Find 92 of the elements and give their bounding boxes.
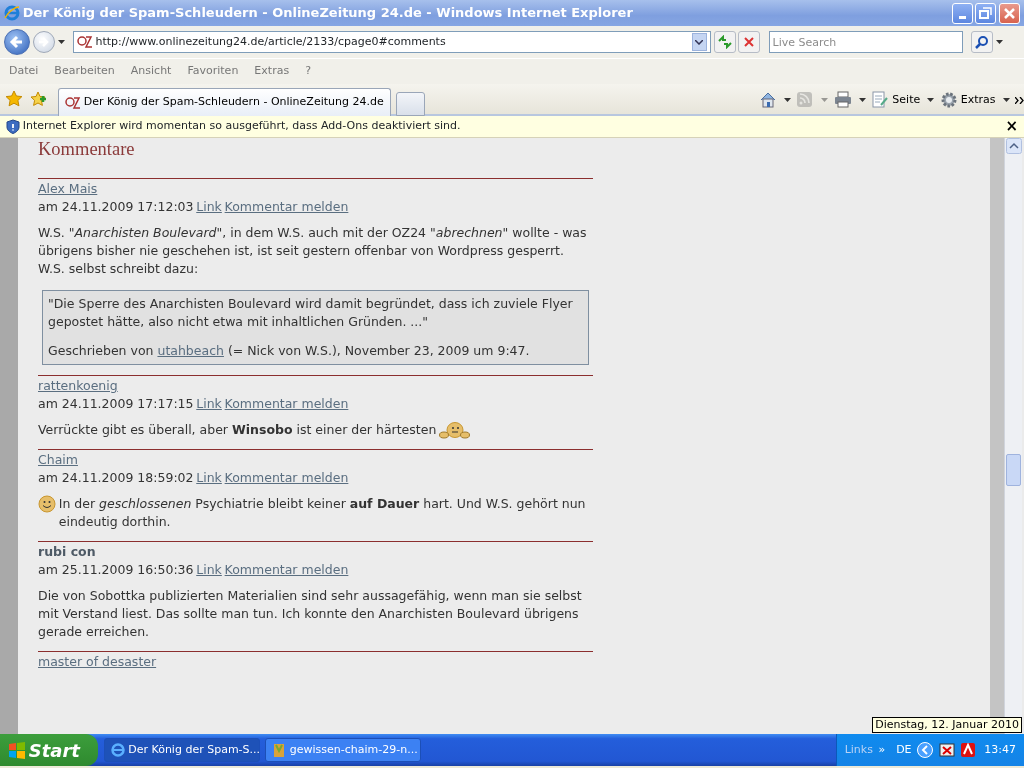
refresh-button[interactable]	[713, 31, 736, 53]
comment-date: am 24.11.2009 18:59:02	[38, 469, 194, 487]
windows-flag-icon	[8, 741, 26, 759]
feed-icon	[796, 91, 815, 109]
minimize-button[interactable]	[951, 2, 973, 24]
stop-icon	[743, 35, 756, 48]
close-button[interactable]	[999, 2, 1020, 24]
search-options-caret-icon[interactable]	[995, 40, 1003, 44]
menu-item[interactable]: Favoriten	[187, 63, 239, 80]
caret-icon	[1002, 98, 1010, 102]
history-caret-icon[interactable]	[57, 40, 65, 44]
comment-text: W.S. "Anarchisten Boulevard", in dem W.S. auch mit der OZ24 "abrechnen" wollte - was übrigens bisher nie geschehen ist, ist seit gestern offenbar von Wordpress gesperrt. W.S. selbst schreibt dazu:	[38, 224, 588, 278]
menu-item[interactable]: Ansicht	[130, 63, 172, 80]
home-icon	[758, 91, 777, 109]
comment-text: In der geschlossenen Psychiatrie bleibt keiner auf Dauer hart. Und W.S. gehört nun eindeutig dorthin.	[58, 495, 587, 531]
report-link[interactable]: Kommentar melden	[224, 469, 349, 487]
start-button[interactable]: Start	[0, 734, 98, 766]
toolbar-chevron[interactable]: »	[878, 741, 886, 759]
user-link[interactable]: utahbeach	[157, 343, 224, 358]
dropdown-icon[interactable]	[691, 33, 707, 51]
taskbar-button[interactable]: Der König der Spam-S...	[103, 738, 260, 762]
toolbar-menu[interactable]: Seite	[871, 91, 935, 109]
author-link[interactable]: Alex Mais	[38, 180, 98, 198]
search-button[interactable]	[970, 31, 993, 53]
search-field[interactable]: Live Search	[768, 31, 963, 53]
language-indicator[interactable]: DE	[896, 741, 912, 759]
infobar-message: Internet Explorer wird momentan so ausgeführt, dass Add-Ons deaktiviert sind.	[22, 118, 462, 135]
report-link[interactable]: Kommentar melden	[224, 198, 349, 216]
links-toolbar[interactable]: Links	[844, 741, 873, 759]
toolbar-button[interactable]	[833, 91, 866, 109]
address-field[interactable]: http://www.onlinezeitung24.de/article/2133/cpage0#comments	[72, 31, 711, 53]
permalink[interactable]: Link	[196, 561, 222, 579]
clock[interactable]: 13:47	[984, 741, 1016, 759]
favicon-icon	[65, 95, 81, 110]
browser-icon	[109, 742, 126, 758]
caret-icon	[821, 98, 829, 102]
author-name: rubi con	[38, 543, 96, 561]
section-heading: Kommentare	[38, 140, 136, 158]
menu-item[interactable]: Bearbeiten	[54, 63, 115, 80]
ie-logo-icon	[4, 5, 20, 21]
minimize-icon	[958, 15, 966, 19]
search-icon	[974, 34, 989, 49]
page-icon	[871, 91, 890, 109]
file-icon	[271, 742, 287, 758]
restore-button[interactable]	[975, 2, 997, 24]
tray-app-icon[interactable]	[938, 742, 955, 758]
report-link[interactable]: Kommentar melden	[224, 561, 349, 579]
scroll-up-icon[interactable]	[1005, 138, 1022, 154]
gear-icon	[939, 91, 958, 109]
menu-item[interactable]: Extras	[254, 63, 290, 80]
menu-item[interactable]: Datei	[9, 63, 39, 80]
comment-date: am 25.11.2009 16:50:36	[38, 561, 194, 579]
author-link[interactable]: rattenkoenig	[38, 377, 118, 395]
chevron-down-icon	[695, 39, 704, 45]
menu-item[interactable]: ?	[305, 63, 311, 80]
permalink[interactable]: Link	[196, 395, 222, 413]
caret-icon	[858, 98, 866, 102]
comment-text: Die von Sobottka publizierten Materialien sind sehr aussagefähig, wenn man sie selbst mit Verstand liest. Das sollte man tun. Ich konnte den Anarchisten Boulevard übrigens gerade erreichen.	[38, 587, 583, 641]
permalink[interactable]: Link	[196, 469, 222, 487]
back-button[interactable]	[4, 29, 30, 55]
toolbar-menu[interactable]: Extras	[939, 91, 1010, 109]
author-link[interactable]: master of desaster	[38, 653, 157, 671]
add-favorite-icon[interactable]	[28, 90, 47, 108]
quote-source: Geschrieben von utahbeach (= Nick von W.S.), November 23, 2009 um 9:47.	[48, 342, 531, 360]
stop-button[interactable]	[738, 31, 761, 53]
new-tab-button[interactable]	[396, 92, 426, 116]
comment-date: am 24.11.2009 17:12:03	[38, 198, 194, 216]
permalink[interactable]: Link	[196, 198, 222, 216]
antivirus-icon[interactable]	[960, 742, 977, 758]
author-link[interactable]: Chaim	[38, 451, 78, 469]
toolbar-button[interactable]	[758, 91, 791, 109]
date-tooltip: Dienstag, 12. Januar 2010	[872, 717, 1022, 733]
shield-icon	[6, 119, 20, 134]
comment-text: Verrückte gibt es überall, aber Winsobo ist einer der härtesten	[38, 421, 437, 439]
smiley-icon	[38, 495, 56, 513]
window-title: Der König der Spam-Schleudern - OnlineZeitung 24.de - Windows Internet Explorer	[22, 4, 634, 23]
taskbar-button[interactable]: gewissen-chaim-29-n...	[265, 738, 421, 762]
caret-icon	[927, 98, 935, 102]
favorites-star-icon[interactable]	[5, 90, 23, 108]
browser-tab[interactable]: Der König der Spam-Schleudern - OnlineZeitung 24.de	[58, 88, 391, 116]
quote-text: "Die Sperre des Anarchisten Boulevard wird damit begründet, dass ich zuviele Flyer gepostet hätte, also nicht etwa mit inhaltlichen Gründen. ..."	[48, 295, 574, 331]
caret-icon	[783, 98, 791, 102]
report-link[interactable]: Kommentar melden	[224, 395, 349, 413]
worried-emoticon-icon	[439, 421, 471, 439]
scroll-thumb[interactable]	[1006, 454, 1021, 486]
comment-date: am 24.11.2009 17:17:15	[38, 395, 194, 413]
printer-icon	[833, 91, 852, 109]
favicon-icon	[76, 35, 93, 49]
close-button[interactable]: ×	[1005, 119, 1018, 134]
refresh-icon	[716, 34, 733, 49]
more-chevron-icon[interactable]	[1015, 96, 1024, 104]
restore-icon	[977, 4, 995, 22]
